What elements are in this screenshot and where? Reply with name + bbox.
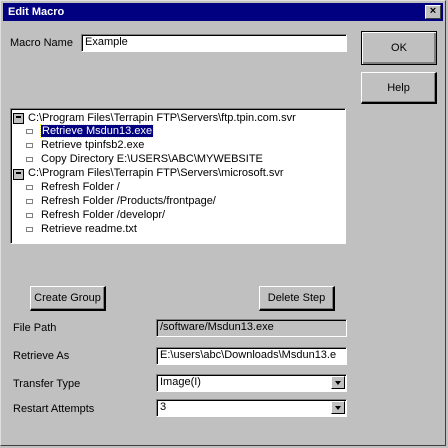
file-path-label: File Path bbox=[13, 322, 57, 334]
step-icon bbox=[26, 199, 33, 204]
transfer-type-value: Image(I) bbox=[160, 376, 201, 388]
restart-attempts-select[interactable]: 3 bbox=[156, 399, 347, 417]
step-icon bbox=[26, 227, 33, 232]
tree-item[interactable]: Copy Directory E:\USERS\ABC\MYWEBSITE bbox=[41, 153, 263, 166]
tree-item[interactable]: Retrieve tpinfsb2.exe bbox=[41, 139, 144, 152]
help-button[interactable]: Help bbox=[361, 72, 437, 104]
retrieve-as-label: Retrieve As bbox=[13, 350, 70, 362]
window-title: Edit Macro bbox=[8, 6, 65, 18]
create-group-button[interactable]: Create Group bbox=[30, 286, 106, 311]
tree-item[interactable]: Refresh Folder /developr/ bbox=[41, 209, 165, 222]
dropdown-arrow-icon[interactable] bbox=[331, 376, 345, 389]
tree-item[interactable]: Retrieve readme.txt bbox=[41, 223, 137, 236]
restart-attempts-value: 3 bbox=[160, 401, 167, 413]
server-icon bbox=[13, 169, 24, 180]
server-icon bbox=[13, 113, 24, 124]
title-bar[interactable]: Edit Macro × bbox=[3, 3, 443, 21]
tree-group-1[interactable]: C:\Program Files\Terrapin FTP\Servers\ft… bbox=[28, 112, 296, 125]
tree-item-selected-label: Retrieve Msdun13.exe bbox=[39, 124, 155, 138]
transfer-type-label: Transfer Type bbox=[13, 378, 81, 390]
tree-group-2[interactable]: C:\Program Files\Terrapin FTP\Servers\mi… bbox=[28, 167, 284, 180]
tree-item[interactable]: Refresh Folder / bbox=[41, 181, 120, 194]
macro-steps-tree[interactable]: C:\Program Files\Terrapin FTP\Servers\ft… bbox=[10, 108, 346, 244]
macro-name-label: Macro Name bbox=[10, 37, 73, 49]
transfer-type-select[interactable]: Image(I) bbox=[156, 374, 347, 392]
macro-name-input[interactable]: Example bbox=[81, 34, 347, 52]
step-icon bbox=[26, 157, 33, 162]
ok-button[interactable]: OK bbox=[361, 31, 437, 65]
delete-step-button[interactable]: Delete Step bbox=[259, 286, 335, 311]
step-icon bbox=[26, 213, 33, 218]
close-button[interactable]: × bbox=[425, 5, 441, 19]
tree-item[interactable]: Retrieve Msdun13.exe bbox=[39, 124, 155, 138]
tree-item[interactable]: Refresh Folder /Products/frontpage/ bbox=[41, 195, 216, 208]
retrieve-as-input[interactable]: E:\users\abc\Downloads\Msdun13.e bbox=[156, 347, 347, 365]
step-icon bbox=[26, 143, 33, 148]
file-path-field: /software/Msdun13.exe bbox=[156, 319, 347, 337]
dropdown-arrow-icon[interactable] bbox=[331, 401, 345, 414]
step-icon bbox=[26, 185, 33, 190]
edit-macro-dialog: Edit Macro × Macro Name Example OK Help … bbox=[0, 0, 446, 446]
restart-attempts-label: Restart Attempts bbox=[13, 403, 95, 415]
step-icon bbox=[26, 129, 33, 134]
